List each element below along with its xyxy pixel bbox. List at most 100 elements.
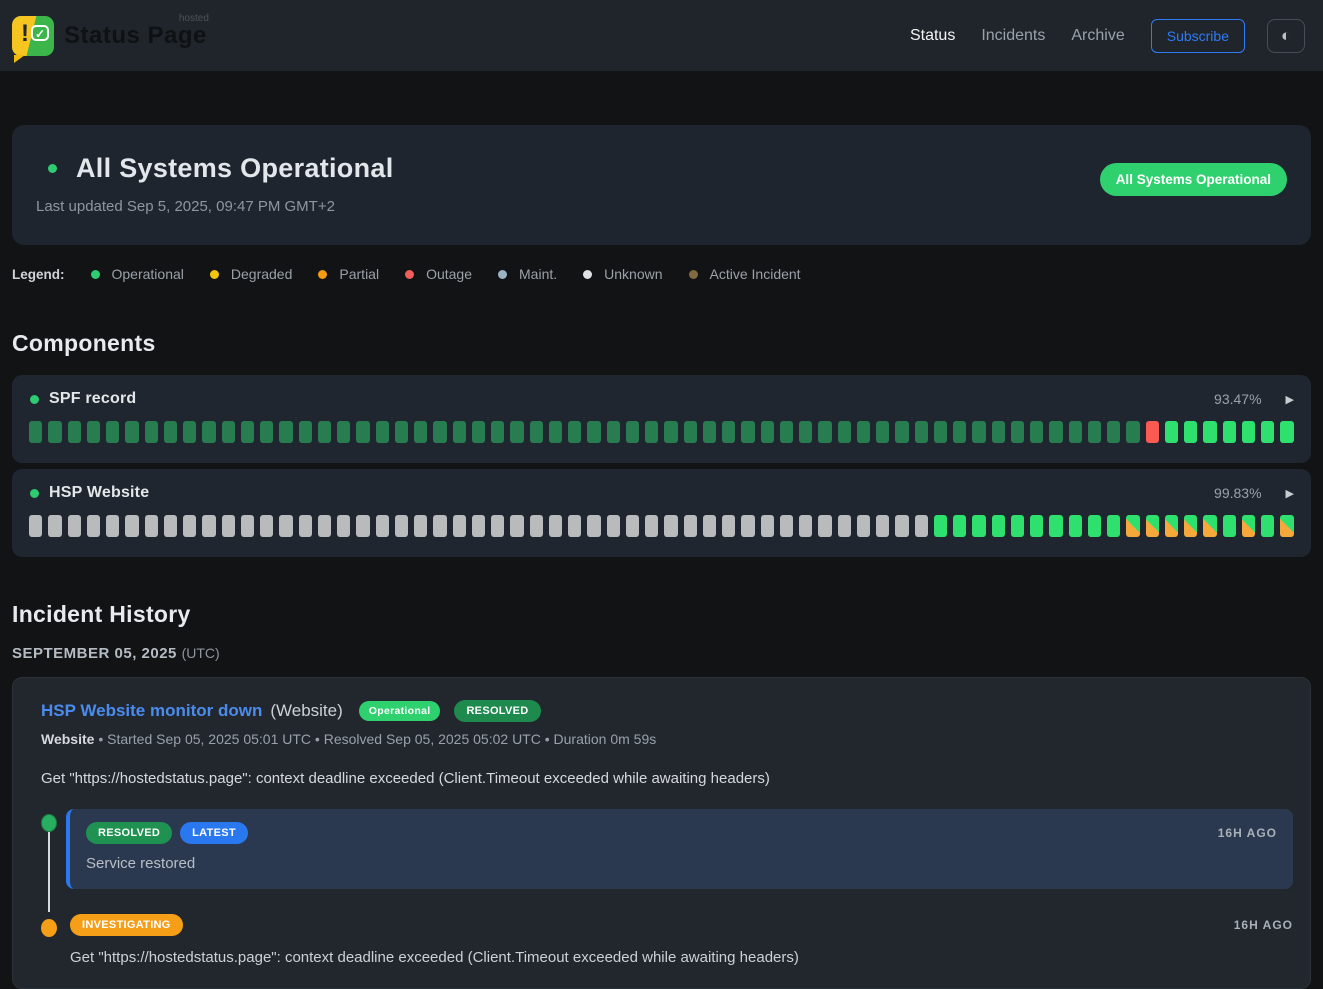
uptime-bar bbox=[337, 515, 350, 537]
uptime-bar bbox=[684, 515, 697, 537]
uptime-bar bbox=[510, 515, 523, 537]
uptime-bar bbox=[1280, 421, 1293, 443]
uptime-bar bbox=[202, 421, 215, 443]
uptime-bar bbox=[299, 515, 312, 537]
uptime-bar bbox=[780, 421, 793, 443]
uptime-bar bbox=[1069, 515, 1082, 537]
uptime-bar bbox=[703, 515, 716, 537]
uptime-bar bbox=[202, 515, 215, 537]
uptime-bar bbox=[472, 421, 485, 443]
legend-item: Partial bbox=[318, 266, 379, 282]
uptime-bar bbox=[530, 515, 543, 537]
incident-meta-component: Website bbox=[41, 731, 94, 747]
incident-title-link[interactable]: HSP Website monitor down bbox=[41, 701, 262, 721]
brand-name: Status Page bbox=[64, 22, 207, 49]
uptime-bar bbox=[106, 515, 119, 537]
brand-superscript: hosted bbox=[179, 13, 209, 24]
incident-meta: Website • Started Sep 05, 2025 05:01 UTC… bbox=[29, 731, 1293, 747]
uptime-bar bbox=[1146, 421, 1159, 443]
legend-item-label: Operational bbox=[112, 266, 184, 282]
uptime-bar bbox=[1107, 421, 1120, 443]
update-message: Get "https://hostedstatus.page": context… bbox=[70, 949, 1293, 966]
uptime-bar bbox=[953, 421, 966, 443]
uptime-bar bbox=[1030, 421, 1043, 443]
legend-dot-icon bbox=[318, 270, 327, 279]
uptime-bar bbox=[183, 421, 196, 443]
nav-incidents[interactable]: Incidents bbox=[981, 27, 1045, 45]
timeline-entry-investigating: INVESTIGATING 16H AGO Get "https://hoste… bbox=[29, 914, 1293, 966]
incident-component-suffix: (Website) bbox=[270, 701, 342, 721]
uptime-bar bbox=[818, 515, 831, 537]
uptime-bar bbox=[164, 515, 177, 537]
uptime-bar bbox=[48, 421, 61, 443]
main-nav: Status Incidents Archive bbox=[910, 27, 1125, 45]
legend-item-label: Outage bbox=[426, 266, 472, 282]
uptime-bar bbox=[684, 421, 697, 443]
legend-item: Operational bbox=[91, 266, 184, 282]
resolved-status-badge: RESOLVED bbox=[86, 822, 172, 844]
overall-status-title: All Systems Operational bbox=[76, 153, 394, 184]
uptime-bar bbox=[607, 421, 620, 443]
uptime-bar bbox=[549, 515, 562, 537]
uptime-bar bbox=[395, 515, 408, 537]
component-uptime-percent: 93.47% bbox=[1214, 391, 1261, 407]
uptime-bar bbox=[818, 421, 831, 443]
nav-archive[interactable]: Archive bbox=[1071, 27, 1124, 45]
legend-item-label: Maint. bbox=[519, 266, 557, 282]
uptime-bar bbox=[68, 421, 81, 443]
uptime-bar bbox=[915, 421, 928, 443]
component-name: SPF record bbox=[49, 390, 136, 408]
uptime-bar bbox=[29, 515, 42, 537]
uptime-bar bbox=[876, 421, 889, 443]
timeline-dot-resolved bbox=[41, 814, 57, 832]
uptime-bar bbox=[992, 515, 1005, 537]
uptime-bar bbox=[1165, 421, 1178, 443]
uptime-bar bbox=[1088, 421, 1101, 443]
uptime-bar bbox=[761, 421, 774, 443]
uptime-bar bbox=[453, 515, 466, 537]
uptime-bar bbox=[145, 515, 158, 537]
uptime-bar bbox=[761, 515, 774, 537]
uptime-bar bbox=[87, 421, 100, 443]
uptime-bar bbox=[645, 421, 658, 443]
legend-dot-icon bbox=[210, 270, 219, 279]
uptime-bar bbox=[1088, 515, 1101, 537]
uptime-bar bbox=[183, 515, 196, 537]
uptime-bar bbox=[1126, 421, 1139, 443]
uptime-bar bbox=[337, 421, 350, 443]
uptime-bar bbox=[1030, 515, 1043, 537]
theme-toggle-button[interactable]: ◐ bbox=[1267, 19, 1305, 53]
nav-status[interactable]: Status bbox=[910, 27, 955, 45]
uptime-bar bbox=[1203, 515, 1216, 537]
uptime-bar bbox=[222, 421, 235, 443]
expand-caret-icon[interactable]: ▶ bbox=[1286, 487, 1294, 500]
uptime-bar bbox=[453, 421, 466, 443]
brand[interactable]: ! ✓ Status Page hosted bbox=[12, 16, 207, 56]
legend-item-label: Active Incident bbox=[710, 266, 801, 282]
uptime-bar bbox=[568, 421, 581, 443]
legend-item: Active Incident bbox=[689, 266, 801, 282]
uptime-bar bbox=[279, 421, 292, 443]
speech-bubble-tail bbox=[14, 55, 25, 63]
uptime-bar bbox=[972, 515, 985, 537]
uptime-bar bbox=[1184, 515, 1197, 537]
uptime-bar bbox=[395, 421, 408, 443]
uptime-bar bbox=[125, 515, 138, 537]
legend-items: OperationalDegradedPartialOutageMaint.Un… bbox=[83, 266, 801, 282]
component-row: HSP Website 99.83% ▶ bbox=[12, 469, 1311, 557]
update-message: Service restored bbox=[86, 855, 1277, 872]
expand-caret-icon[interactable]: ▶ bbox=[1286, 393, 1294, 406]
uptime-bar bbox=[741, 515, 754, 537]
uptime-bar bbox=[48, 515, 61, 537]
uptime-bar bbox=[356, 515, 369, 537]
incident-date-heading: SEPTEMBER 05, 2025 (UTC) bbox=[12, 645, 1311, 662]
subscribe-button[interactable]: Subscribe bbox=[1151, 19, 1245, 53]
legend-item: Maint. bbox=[498, 266, 557, 282]
uptime-bar bbox=[1261, 515, 1274, 537]
incident-history-title: Incident History bbox=[12, 601, 1311, 628]
uptime-bar bbox=[895, 421, 908, 443]
component-status-dot bbox=[30, 489, 39, 498]
legend-dot-icon bbox=[91, 270, 100, 279]
uptime-bar bbox=[780, 515, 793, 537]
uptime-bar bbox=[838, 421, 851, 443]
